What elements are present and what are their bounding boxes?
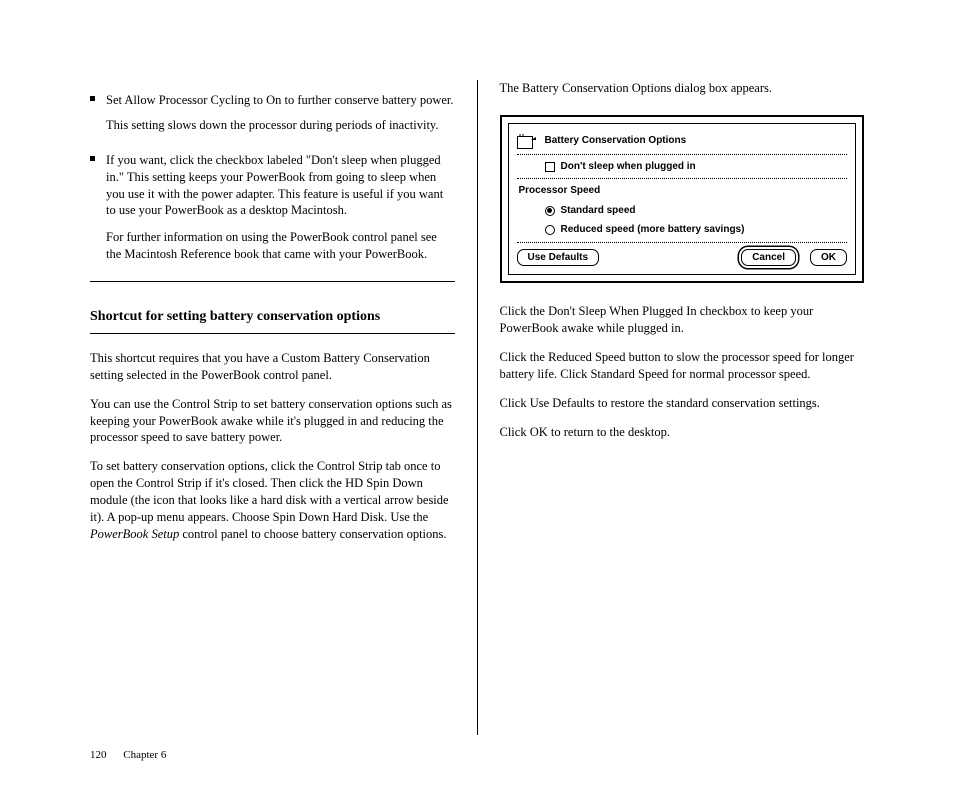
- radio-row-reduced[interactable]: Reduced speed (more battery savings): [545, 220, 848, 240]
- dialog-title-row: Battery Conservation Options: [517, 130, 848, 152]
- radio-row-standard[interactable]: Standard speed: [545, 201, 848, 221]
- paragraph: The Battery Conservation Options dialog …: [500, 80, 865, 97]
- cancel-button[interactable]: Cancel: [741, 249, 796, 267]
- divider-dotted: [517, 178, 848, 179]
- paragraph: Click Use Defaults to restore the standa…: [500, 395, 865, 412]
- bullet-text-1: Set Allow Processor Cycling to On to fur…: [106, 93, 454, 107]
- paragraph: Click OK to return to the desktop.: [500, 424, 865, 441]
- bullet-item: Set Allow Processor Cycling to On to fur…: [90, 92, 455, 134]
- processor-speed-heading: Processor Speed: [519, 181, 848, 201]
- dialog-title: Battery Conservation Options: [545, 134, 687, 148]
- use-defaults-button[interactable]: Use Defaults: [517, 249, 600, 267]
- paragraph: You can use the Control Strip to set bat…: [90, 396, 455, 447]
- extension-icon: [517, 133, 537, 149]
- chapter-label: Chapter 6: [123, 749, 166, 761]
- standard-speed-radio[interactable]: Standard speed: [545, 204, 636, 218]
- paragraph: To set battery conservation options, cli…: [90, 458, 455, 542]
- bullet-text-2b: For further information on using the Pow…: [106, 230, 437, 261]
- divider-dotted: [517, 154, 848, 155]
- paragraph: Click the Reduced Speed button to slow t…: [500, 349, 865, 383]
- divider-dotted: [517, 242, 848, 243]
- paragraph: Click the Don't Sleep When Plugged In ch…: [500, 303, 865, 337]
- radio-circle-icon: [545, 206, 555, 216]
- bullet-text-2: If you want, click the checkbox labeled …: [106, 153, 443, 218]
- battery-conservation-dialog: Battery Conservation Options Don't sleep…: [508, 123, 857, 276]
- processor-speed-label: Processor Speed: [519, 184, 601, 198]
- paragraph-italic: PowerBook Setup: [90, 527, 179, 541]
- paragraph-part: To set battery conservation options, cli…: [90, 459, 449, 524]
- paragraph: This shortcut requires that you have a C…: [90, 350, 455, 384]
- ok-button[interactable]: OK: [810, 249, 847, 267]
- dialog-frame: Battery Conservation Options Don't sleep…: [500, 115, 865, 284]
- bullet-text-1b: This setting slows down the processor du…: [106, 118, 438, 132]
- radio-label: Reduced speed (more battery savings): [561, 223, 745, 237]
- dont-sleep-checkbox[interactable]: Don't sleep when plugged in: [545, 160, 696, 174]
- reduced-speed-radio[interactable]: Reduced speed (more battery savings): [545, 223, 745, 237]
- radio-circle-icon: [545, 225, 555, 235]
- page-footer: 120 Chapter 6: [90, 748, 166, 763]
- checkbox-label: Don't sleep when plugged in: [561, 160, 696, 174]
- checkbox-box-icon: [545, 162, 555, 172]
- radio-label: Standard speed: [561, 204, 636, 218]
- sleep-checkbox-row[interactable]: Don't sleep when plugged in: [517, 157, 848, 177]
- dialog-button-row: Use Defaults Cancel OK: [517, 249, 848, 267]
- divider: [90, 333, 455, 334]
- section-heading: Shortcut for setting battery conservatio…: [90, 308, 455, 327]
- divider: [90, 281, 455, 282]
- bullet-item: If you want, click the checkbox labeled …: [90, 152, 455, 263]
- page-number: 120: [90, 749, 107, 761]
- paragraph-part: control panel to choose battery conserva…: [179, 527, 446, 541]
